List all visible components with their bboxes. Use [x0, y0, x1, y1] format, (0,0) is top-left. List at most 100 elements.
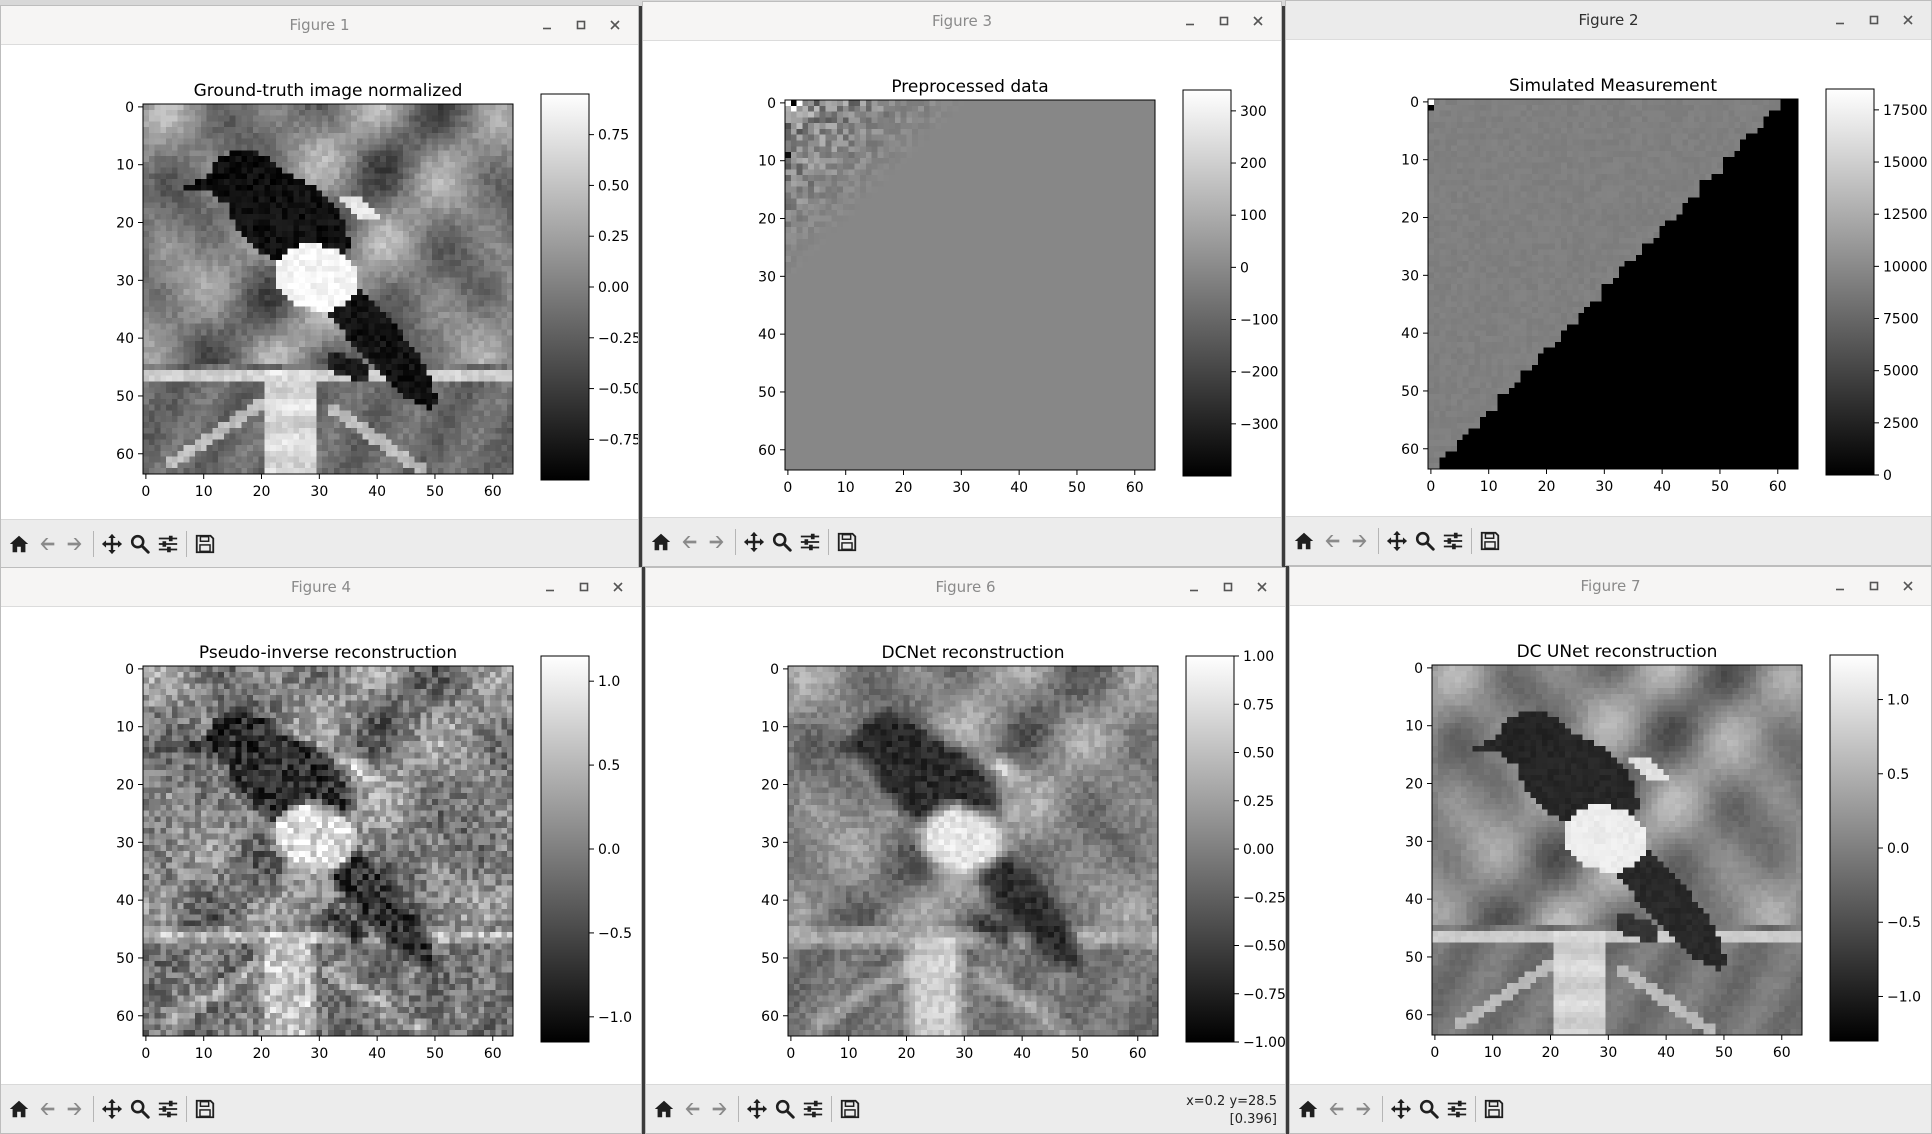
configure-subplots-button[interactable]	[1439, 525, 1467, 557]
window-titlebar[interactable]: Figure 7	[1290, 567, 1931, 606]
y-tick-label: 40	[761, 893, 779, 909]
colorbar-tick-label: 17500	[1883, 103, 1928, 119]
window-titlebar[interactable]: Figure 6	[646, 568, 1285, 607]
pan-button[interactable]	[98, 528, 126, 560]
close-button[interactable]	[603, 572, 633, 602]
colorbar-tick-label: −0.50	[1243, 939, 1286, 955]
pan-button[interactable]	[1387, 1093, 1415, 1125]
home-button[interactable]	[1290, 525, 1318, 557]
minimize-icon	[543, 27, 551, 30]
window-titlebar[interactable]: Figure 2	[1286, 1, 1931, 40]
x-tick-label: 30	[952, 480, 970, 496]
back-button[interactable]	[33, 528, 61, 560]
window-titlebar[interactable]: Figure 1	[1, 6, 638, 45]
back-button[interactable]	[1322, 1093, 1350, 1125]
figure-window[interactable]: Figure 6 DCNet reconstruction 0 10 20 30 40 50 6…	[645, 567, 1286, 1134]
image-plot[interactable]	[143, 666, 513, 1036]
minimize-button[interactable]	[1175, 6, 1205, 36]
navigation-toolbar	[1, 519, 638, 568]
image-plot[interactable]	[1432, 665, 1802, 1035]
configure-subplots-button[interactable]	[154, 1093, 182, 1125]
image-plot[interactable]	[785, 100, 1155, 470]
close-button[interactable]	[1893, 5, 1923, 35]
maximize-button[interactable]	[569, 572, 599, 602]
forward-button[interactable]	[61, 528, 89, 560]
figure-window[interactable]: Figure 3 Preprocessed data 0 10 20 30 40 50 60 0 1…	[642, 1, 1282, 567]
image-plot[interactable]	[788, 666, 1158, 1036]
forward-button[interactable]	[1346, 525, 1374, 557]
figure-canvas[interactable]: DC UNet reconstruction 0 10 20 30 40 50 60 0 10 20…	[1290, 605, 1932, 1087]
minimize-button[interactable]	[1179, 572, 1209, 602]
pan-button[interactable]	[740, 526, 768, 558]
zoom-button[interactable]	[768, 526, 796, 558]
save-button[interactable]	[191, 1093, 219, 1125]
home-button[interactable]	[5, 528, 33, 560]
home-button[interactable]	[650, 1093, 678, 1125]
configure-subplots-button[interactable]	[796, 526, 824, 558]
maximize-button[interactable]	[1213, 572, 1243, 602]
close-button[interactable]	[1243, 6, 1273, 36]
close-button[interactable]	[1247, 572, 1277, 602]
save-button[interactable]	[1480, 1093, 1508, 1125]
minimize-button[interactable]	[535, 572, 565, 602]
window-titlebar[interactable]: Figure 4	[1, 568, 641, 607]
figure-canvas[interactable]: Preprocessed data 0 10 20 30 40 50 60 0 10 20 30 40 5…	[643, 40, 1282, 520]
figure-canvas[interactable]: Pseudo-inverse reconstruction 0 10 20 30 40 50…	[1, 606, 642, 1087]
save-button[interactable]	[836, 1093, 864, 1125]
pan-button[interactable]	[743, 1093, 771, 1125]
figure-canvas[interactable]: DCNet reconstruction 0 10 20 30 40 50 60 0 10 20 30…	[646, 606, 1286, 1087]
configure-subplots-button[interactable]	[1443, 1093, 1471, 1125]
back-button[interactable]	[675, 526, 703, 558]
close-button[interactable]	[600, 10, 630, 40]
figure-canvas[interactable]: Simulated Measurement 0 10 20 30 40 50 60 0 10 20 3…	[1286, 39, 1932, 519]
save-button[interactable]	[191, 528, 219, 560]
save-button[interactable]	[1476, 525, 1504, 557]
zoom-button[interactable]	[126, 528, 154, 560]
colorbar-tick-label: 1.00	[1243, 649, 1274, 665]
maximize-button[interactable]	[1859, 571, 1889, 601]
x-tick-label: 30	[1599, 1045, 1617, 1061]
zoom-button[interactable]	[126, 1093, 154, 1125]
pan-button[interactable]	[98, 1093, 126, 1125]
window-titlebar[interactable]: Figure 3	[643, 2, 1281, 41]
zoom-button[interactable]	[771, 1093, 799, 1125]
zoom-button[interactable]	[1415, 1093, 1443, 1125]
figure-window[interactable]: Figure 2 Simulated Measurement 0 10 20 30 40 50…	[1285, 0, 1932, 566]
back-button[interactable]	[678, 1093, 706, 1125]
maximize-button[interactable]	[1209, 6, 1239, 36]
image-plot[interactable]	[1428, 99, 1798, 469]
y-tick-label: 0	[770, 662, 779, 678]
zoom-button[interactable]	[1411, 525, 1439, 557]
image-plot[interactable]	[143, 104, 513, 474]
x-tick-label: 50	[1715, 1045, 1733, 1061]
forward-button[interactable]	[61, 1093, 89, 1125]
figure-window[interactable]: Figure 7 DC UNet reconstruction 0 10 20 30 40 5…	[1289, 566, 1932, 1134]
minimize-button[interactable]	[532, 10, 562, 40]
forward-button[interactable]	[1350, 1093, 1378, 1125]
home-button[interactable]	[647, 526, 675, 558]
colorbar-tick-label: 10000	[1883, 259, 1928, 275]
save-button[interactable]	[833, 526, 861, 558]
forward-button[interactable]	[706, 1093, 734, 1125]
maximize-button[interactable]	[1859, 5, 1889, 35]
home-button[interactable]	[5, 1093, 33, 1125]
pan-button[interactable]	[1383, 525, 1411, 557]
colorbar-tick-label: −300	[1240, 417, 1278, 433]
figure-window[interactable]: Figure 1 Ground-truth image normalized 0 10…	[0, 5, 639, 569]
back-button[interactable]	[1318, 525, 1346, 557]
maximize-button[interactable]	[566, 10, 596, 40]
magnifier-icon	[772, 532, 792, 552]
back-button[interactable]	[33, 1093, 61, 1125]
configure-subplots-button[interactable]	[154, 528, 182, 560]
home-button[interactable]	[1294, 1093, 1322, 1125]
close-button[interactable]	[1893, 571, 1923, 601]
minimize-button[interactable]	[1825, 5, 1855, 35]
forward-button[interactable]	[703, 526, 731, 558]
configure-subplots-button[interactable]	[799, 1093, 827, 1125]
figure-canvas[interactable]: Ground-truth image normalized 0 10 20 30 40 50…	[1, 44, 639, 522]
figure-window[interactable]: Figure 4 Pseudo-inverse reconstruction 0 10…	[0, 567, 642, 1134]
x-tick-label: 0	[786, 1046, 795, 1062]
minimize-button[interactable]	[1825, 571, 1855, 601]
maximize-icon	[1869, 15, 1879, 25]
navigation-toolbar	[1286, 516, 1931, 565]
